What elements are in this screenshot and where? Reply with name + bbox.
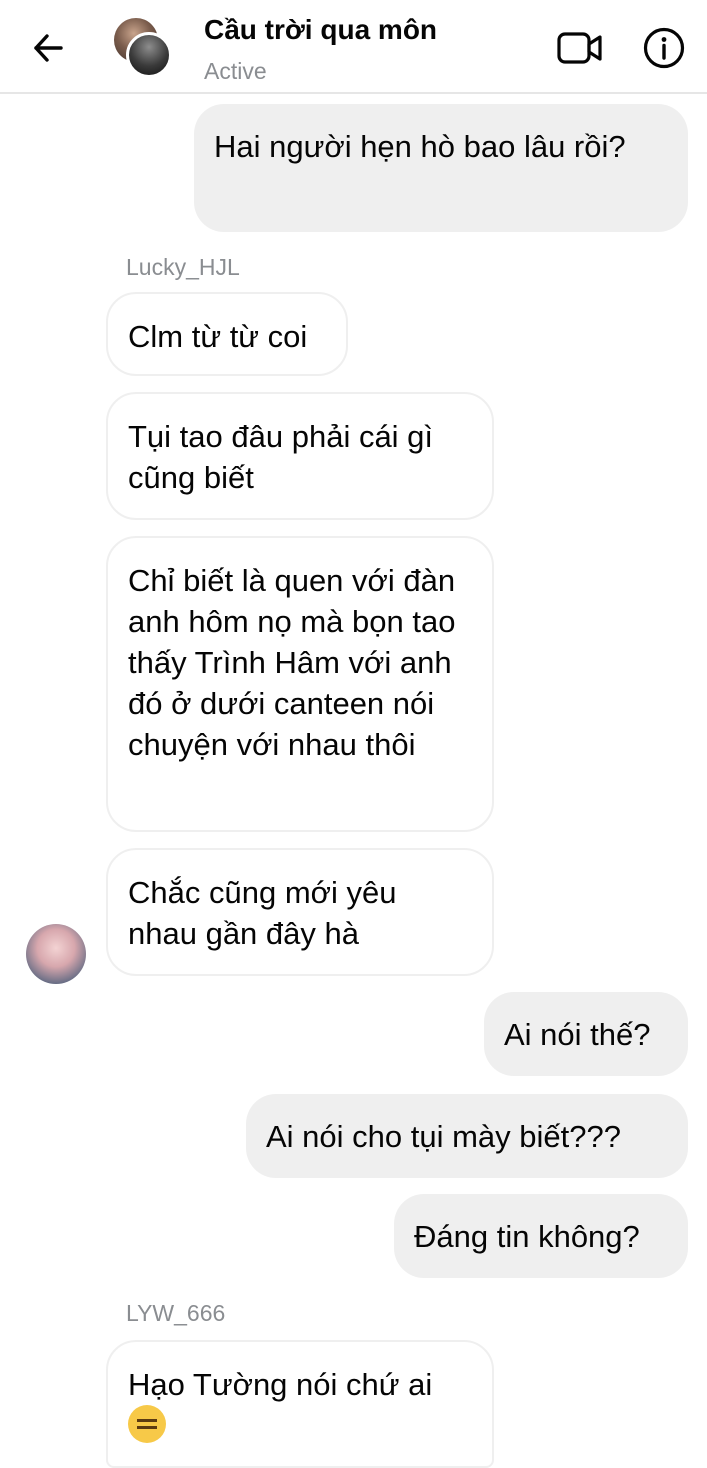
chat-header: Cầu trời qua môn Active <box>0 0 707 94</box>
avatar-member-2 <box>126 32 172 78</box>
message-bubble-outgoing[interactable]: Đáng tin không? <box>394 1194 688 1278</box>
message-bubble-incoming[interactable]: Tụi tao đâu phải cái gì cũng biết <box>106 392 494 520</box>
message-bubble-incoming[interactable]: Clm từ từ coi <box>106 292 348 376</box>
video-call-button[interactable] <box>554 24 606 72</box>
message-bubble-outgoing[interactable]: Hai người hẹn hò bao lâu rồi? <box>194 104 688 232</box>
sender-avatar[interactable] <box>26 924 86 984</box>
sender-name: LYW_666 <box>126 1300 226 1326</box>
info-button[interactable] <box>640 24 688 72</box>
group-avatar[interactable] <box>114 18 174 78</box>
message-bubble-incoming[interactable]: Chỉ biết là quen với đàn anh hôm nọ mà b… <box>106 536 494 832</box>
message-bubble-outgoing[interactable]: Ai nói thế? <box>484 992 688 1076</box>
expressionless-face-emoji <box>128 1405 166 1443</box>
chat-title[interactable]: Cầu trời qua môn <box>204 14 437 46</box>
active-status: Active <box>204 58 267 84</box>
info-icon <box>643 27 685 69</box>
message-text: Hạo Tường nói chứ ai <box>128 1367 433 1402</box>
arrow-left-icon <box>34 34 63 62</box>
message-bubble-incoming[interactable]: Hạo Tường nói chứ ai <box>106 1340 494 1468</box>
message-bubble-outgoing[interactable]: Ai nói cho tụi mày biết??? <box>246 1094 688 1178</box>
video-camera-icon <box>557 32 602 64</box>
back-button[interactable] <box>26 26 70 70</box>
sender-name: Lucky_HJL <box>126 254 240 280</box>
message-bubble-incoming[interactable]: Chắc cũng mới yêu nhau gần đây hà <box>106 848 494 976</box>
